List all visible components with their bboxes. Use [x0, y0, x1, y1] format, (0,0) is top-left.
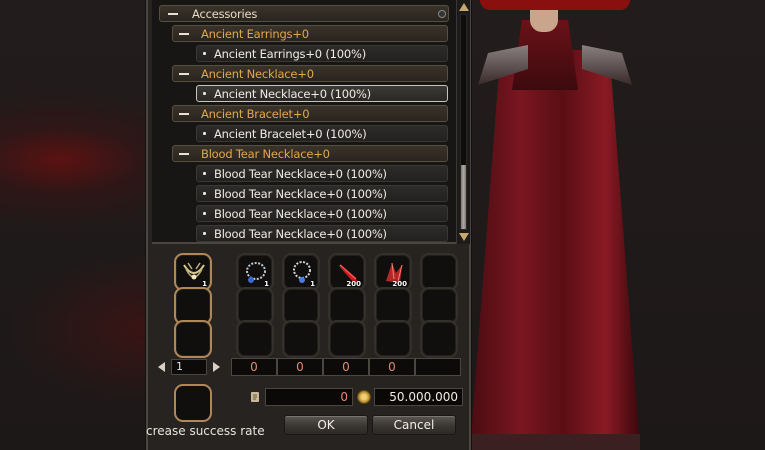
tree-item[interactable]: Ancient Earrings+0 (100%) [196, 45, 448, 62]
collapse-minus-icon [179, 152, 189, 155]
item-label: Blood Tear Necklace+0 (100%) [214, 186, 387, 201]
tree-item[interactable]: Blood Tear Necklace+0 (100%) [196, 225, 448, 242]
result-item-slot[interactable]: 1 [174, 253, 212, 291]
bullet-icon [203, 192, 206, 195]
recipe-tree: Accessories Ancient Earrings+0 Ancient E… [152, 0, 470, 244]
character-hat [480, 0, 630, 10]
tree-group-ancient-necklace[interactable]: Ancient Necklace+0 [172, 65, 448, 82]
tree-item[interactable]: Blood Tear Necklace+0 (100%) [196, 205, 448, 222]
quantity-cell[interactable]: 0 [369, 358, 415, 376]
material-slot[interactable]: 1 [282, 253, 320, 291]
ok-button[interactable]: OK [284, 415, 368, 435]
quantity-cell[interactable]: 0 [231, 358, 277, 376]
scroll-down-arrow-icon[interactable] [459, 233, 469, 241]
bullet-icon [203, 212, 206, 215]
group-label: Ancient Bracelet+0 [201, 106, 310, 121]
gold-coin-icon [357, 390, 371, 404]
tree-item[interactable]: Ancient Bracelet+0 (100%) [196, 125, 448, 142]
cancel-button[interactable]: Cancel [372, 415, 456, 435]
arrow-left-icon[interactable] [158, 362, 165, 372]
tree-item[interactable]: Blood Tear Necklace+0 (100%) [196, 165, 448, 182]
page-number[interactable]: 1 [171, 359, 207, 375]
group-label: Ancient Necklace+0 [201, 66, 314, 81]
quantity-cell-empty[interactable] [415, 358, 461, 376]
success-item-value: 0 [265, 388, 353, 406]
item-label: Ancient Earrings+0 (100%) [214, 46, 367, 61]
page-selector: 1 [158, 358, 228, 376]
material-slot[interactable] [282, 320, 320, 358]
arrow-right-icon[interactable] [213, 362, 220, 372]
scroll-icon [251, 392, 259, 402]
quantity-cell[interactable]: 0 [323, 358, 369, 376]
quantity-cell[interactable]: 0 [277, 358, 323, 376]
bullet-icon [203, 52, 206, 55]
group-label: Blood Tear Necklace+0 [201, 146, 330, 161]
character-cloak [470, 50, 640, 450]
result-slot-3[interactable] [174, 320, 212, 358]
item-label: Ancient Bracelet+0 (100%) [214, 126, 367, 141]
success-rate-hint: crease success rate [146, 424, 265, 438]
tree-group-ancient-bracelet[interactable]: Ancient Bracelet+0 [172, 105, 448, 122]
material-slot[interactable]: 200 [328, 253, 366, 291]
tree-category-accessories[interactable]: Accessories [159, 5, 449, 22]
bullet-icon [203, 172, 206, 175]
gold-cost-value: 50.000.000 [374, 388, 463, 406]
material-slot[interactable] [374, 320, 412, 358]
scroll-track[interactable] [460, 14, 467, 230]
category-label: Accessories [192, 6, 258, 21]
tree-group-ancient-earrings[interactable]: Ancient Earrings+0 [172, 25, 448, 42]
collapse-minus-icon [179, 72, 189, 75]
material-slot[interactable]: 200 [374, 253, 412, 291]
item-label: Blood Tear Necklace+0 (100%) [214, 206, 387, 221]
material-slot[interactable] [420, 320, 458, 358]
character-feet [470, 434, 640, 450]
material-slot[interactable] [420, 253, 458, 291]
success-rate-item-slot[interactable] [174, 384, 212, 422]
material-slot[interactable]: 1 [236, 253, 274, 291]
tree-item[interactable]: Blood Tear Necklace+0 (100%) [196, 185, 448, 202]
crafting-dialog: Accessories Ancient Earrings+0 Ancient E… [146, 0, 471, 450]
tree-scrollbar[interactable] [456, 0, 470, 244]
item-label: Ancient Necklace+0 (100%) [214, 86, 371, 101]
collapse-minus-icon [168, 12, 178, 15]
collapse-minus-icon [179, 112, 189, 115]
player-character [470, 0, 640, 450]
bullet-icon [203, 232, 206, 235]
bullet-icon [203, 92, 206, 95]
tree-group-blood-tear-necklace[interactable]: Blood Tear Necklace+0 [172, 145, 448, 162]
collapse-minus-icon [179, 32, 189, 35]
tree-item-selected[interactable]: Ancient Necklace+0 (100%) [196, 85, 448, 102]
material-slot[interactable] [328, 320, 366, 358]
scroll-up-arrow-icon[interactable] [459, 3, 469, 11]
bullet-icon [203, 132, 206, 135]
group-label: Ancient Earrings+0 [201, 26, 309, 41]
collapse-toggle-icon[interactable] [438, 10, 446, 18]
item-label: Blood Tear Necklace+0 (100%) [214, 166, 387, 181]
material-slot[interactable] [236, 320, 274, 358]
item-label: Blood Tear Necklace+0 (100%) [214, 226, 387, 241]
scroll-thumb[interactable] [461, 165, 466, 229]
